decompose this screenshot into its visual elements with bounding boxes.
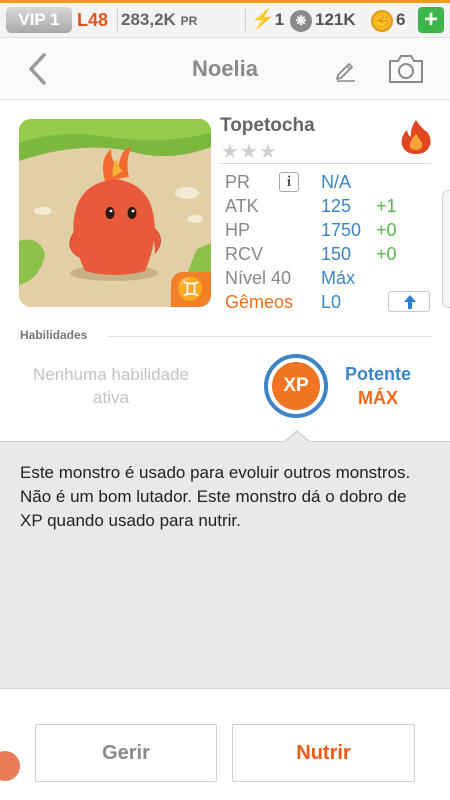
stat-bonus: +1 <box>376 196 397 216</box>
xp-icon: XP <box>272 362 320 410</box>
back-arrow-icon[interactable] <box>24 51 54 87</box>
power-rating: 283,2K PR <box>121 7 197 34</box>
floating-menu-icon[interactable] <box>0 751 20 781</box>
arrow-up-icon <box>403 294 417 310</box>
coin-icon: ✊ <box>371 9 393 32</box>
energy-value: 1 <box>274 10 285 29</box>
stat-label: Nível 40 <box>225 268 292 288</box>
star-rating: ★★★ <box>221 141 278 163</box>
stat-label: HP <box>225 220 251 240</box>
coin-value: 6 <box>396 10 406 29</box>
divider <box>107 336 431 337</box>
stat-value: 150 <box>321 244 352 264</box>
stat-value: L0 <box>321 292 342 312</box>
power-value: 283,2K <box>121 10 176 29</box>
feed-button[interactable]: Nutrir <box>232 724 415 782</box>
player-level: L48 <box>77 10 109 30</box>
stat-bonus: +0 <box>376 220 397 240</box>
divider <box>245 9 246 31</box>
pencil-icon[interactable] <box>333 56 359 82</box>
stat-label: PR <box>225 172 251 192</box>
add-currency-button[interactable]: + <box>418 7 444 33</box>
stat-bonus: +0 <box>376 244 397 264</box>
gemini-icon: ♊ <box>171 272 211 307</box>
monster-species: Topetocha <box>220 115 315 136</box>
twins-upgrade-button[interactable] <box>388 291 430 312</box>
status-bar: VIP 1 L48 283,2K PR ⚡1 ❋ 121K ✊ 6 + <box>0 0 450 38</box>
stat-value: Máx <box>321 268 356 288</box>
paw-icon: ❋ <box>290 9 312 32</box>
stat-label: ATK <box>225 196 259 216</box>
xp-skill-badge[interactable]: XP <box>264 354 328 418</box>
stat-value: 1750 <box>321 220 362 240</box>
side-drawer-handle[interactable] <box>442 190 450 308</box>
abilities-section-label: Habilidades <box>20 328 88 342</box>
divider <box>221 163 431 164</box>
vip-badge[interactable]: VIP 1 <box>6 7 72 33</box>
stat-value: 125 <box>321 196 352 216</box>
divider <box>117 9 118 31</box>
page-title: Noelia <box>191 56 259 81</box>
lightning-icon: ⚡ <box>251 9 275 30</box>
top-accent-line <box>0 0 450 3</box>
potency-label: Potente <box>344 364 411 384</box>
potency-level: MÁX <box>358 388 398 408</box>
tooltip-pointer-fill <box>284 432 310 443</box>
food-counter[interactable]: ❋ 121K <box>290 7 356 33</box>
energy-counter[interactable]: ⚡1 <box>251 7 284 33</box>
food-value: 121K <box>315 10 356 29</box>
fire-icon <box>399 118 433 156</box>
stat-label: RCV <box>225 244 264 264</box>
header: Noelia <box>0 38 450 100</box>
no-active-ability-text: Nenhuma habilidade ativa <box>33 365 189 407</box>
monster-description: Este monstro é usado para evoluir outros… <box>20 463 411 530</box>
stat-value: N/A <box>321 172 352 192</box>
coin-counter[interactable]: ✊ 6 <box>371 7 405 33</box>
info-icon[interactable]: i <box>279 172 299 192</box>
camera-icon[interactable] <box>387 53 425 85</box>
power-unit: PR <box>180 14 198 28</box>
stat-label: Gêmeos <box>225 292 294 312</box>
manage-button[interactable]: Gerir <box>35 724 217 782</box>
